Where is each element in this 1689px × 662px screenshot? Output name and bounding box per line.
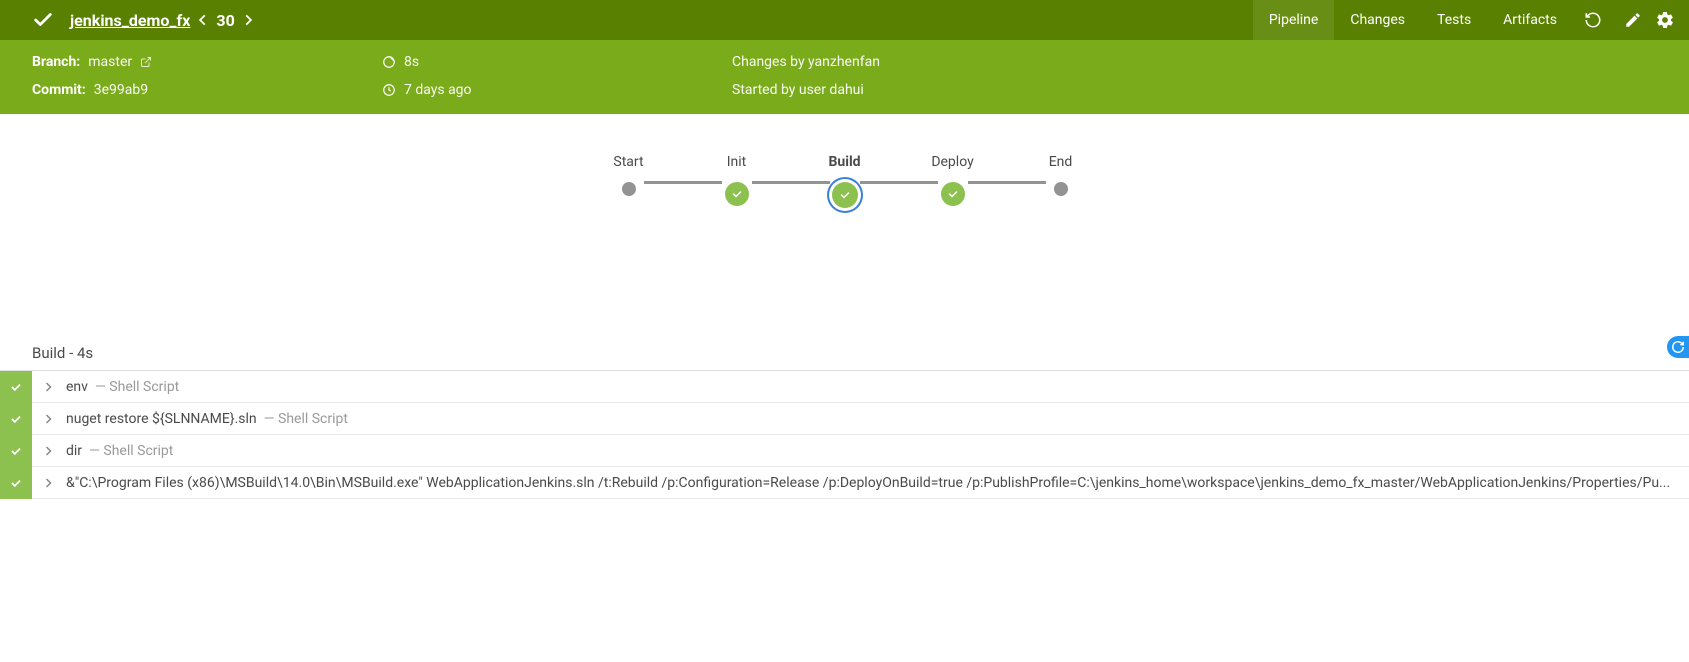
step-row[interactable]: nuget restore ${SLNNAME}.sln — Shell Scr… <box>0 403 1689 435</box>
step-status-icon <box>0 403 32 435</box>
stage-label: Init <box>727 154 747 172</box>
step-text: &"C:\Program Files (x86)\MSBuild\14.0\Bi… <box>64 475 1689 491</box>
duration-value: 8s <box>404 54 419 70</box>
commit-label: Commit: <box>32 82 86 98</box>
duration-icon <box>382 55 396 69</box>
step-text: dir — Shell Script <box>64 443 1689 459</box>
stage-label: Build <box>828 154 860 172</box>
stage-node-terminal <box>1054 182 1068 196</box>
tab-artifacts-label: Artifacts <box>1503 12 1557 28</box>
tab-changes-label: Changes <box>1350 12 1405 28</box>
chevron-right-icon <box>32 477 64 489</box>
tab-pipeline-label: Pipeline <box>1269 12 1319 28</box>
stage-end[interactable]: End <box>1046 154 1076 196</box>
stage-init[interactable]: Init <box>722 154 752 206</box>
stage-node-success <box>725 182 749 206</box>
step-status-icon <box>0 467 32 499</box>
stage-deploy[interactable]: Deploy <box>938 154 968 206</box>
step-text: nuget restore ${SLNNAME}.sln — Shell Scr… <box>64 411 1689 427</box>
clock-icon <box>382 83 396 97</box>
connector <box>752 181 830 184</box>
stage-node-selected <box>832 182 858 208</box>
step-row[interactable]: &"C:\Program Files (x86)\MSBuild\14.0\Bi… <box>0 467 1689 499</box>
chevron-right-icon <box>32 445 64 457</box>
header-top: jenkins_demo_fx 30 Pipeline Changes Test… <box>0 0 1689 40</box>
stage-label: Deploy <box>931 154 973 172</box>
rerun-button[interactable] <box>1573 0 1613 40</box>
step-row[interactable]: env — Shell Script <box>0 371 1689 403</box>
connector <box>644 181 722 184</box>
stage-start[interactable]: Start <box>614 154 644 196</box>
settings-button[interactable] <box>1653 0 1677 40</box>
stage-detail-title: Build - 4s <box>0 338 1689 370</box>
tab-tests-label: Tests <box>1437 12 1471 28</box>
stage-node-success <box>941 182 965 206</box>
auto-refresh-badge[interactable] <box>1667 336 1689 358</box>
step-status-icon <box>0 435 32 467</box>
stage-node-terminal <box>622 182 636 196</box>
chevron-right-icon <box>32 413 64 425</box>
commit-value: 3e99ab9 <box>94 82 148 98</box>
run-status-icon <box>32 9 54 31</box>
branch-value[interactable]: master <box>88 54 132 70</box>
prev-run-button[interactable] <box>196 13 210 27</box>
changes-by: Changes by yanzhenfan <box>732 54 880 70</box>
step-status-icon <box>0 371 32 403</box>
stage-label: Start <box>613 154 643 172</box>
header-sub: Branch: master 8s Changes by yanzhenfan … <box>0 40 1689 114</box>
branch-label: Branch: <box>32 54 80 70</box>
chevron-right-icon <box>32 381 64 393</box>
step-row[interactable]: dir — Shell Script <box>0 435 1689 467</box>
edit-button[interactable] <box>1613 0 1653 40</box>
external-link-icon[interactable] <box>140 56 152 68</box>
started-by: Started by user dahui <box>732 82 864 98</box>
time-ago: 7 days ago <box>404 82 472 98</box>
connector <box>860 181 938 184</box>
run-number: 30 <box>216 11 234 30</box>
stage-label: End <box>1049 154 1073 172</box>
tab-pipeline[interactable]: Pipeline <box>1253 0 1335 40</box>
step-list: env — Shell Script nuget restore ${SLNNA… <box>0 370 1689 499</box>
stage-build[interactable]: Build <box>830 154 860 208</box>
step-text: env — Shell Script <box>64 379 1689 395</box>
connector <box>968 181 1046 184</box>
tab-tests[interactable]: Tests <box>1421 0 1487 40</box>
next-run-button[interactable] <box>241 13 255 27</box>
project-title[interactable]: jenkins_demo_fx <box>70 11 190 30</box>
tab-changes[interactable]: Changes <box>1334 0 1421 40</box>
tab-artifacts[interactable]: Artifacts <box>1487 0 1573 40</box>
pipeline-graph: Start Init Build Deploy End <box>0 114 1689 338</box>
